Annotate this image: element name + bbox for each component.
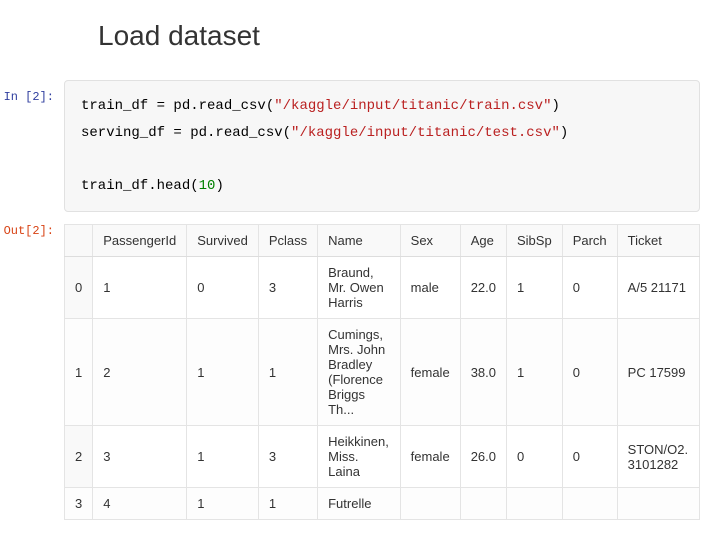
cell: 22.0 (460, 257, 506, 319)
cell: 0 (562, 426, 617, 488)
index-header (65, 225, 93, 257)
column-header: Parch (562, 225, 617, 257)
cell (507, 488, 563, 520)
code-token: ) (551, 98, 559, 114)
input-prompt: In [2]: (0, 80, 64, 104)
cell (460, 488, 506, 520)
column-header: PassengerId (93, 225, 187, 257)
output-area: PassengerId Survived Pclass Name Sex Age… (64, 220, 700, 520)
column-header: Survived (187, 225, 259, 257)
code-token: serving_df = pd.read_csv( (81, 125, 291, 141)
code-input-area[interactable]: train_df = pd.read_csv("/kaggle/input/ti… (64, 80, 700, 212)
cell: 1 (187, 319, 259, 426)
column-header: SibSp (507, 225, 563, 257)
cell: 3 (258, 257, 317, 319)
table-header-row: PassengerId Survived Pclass Name Sex Age… (65, 225, 700, 257)
cell (562, 488, 617, 520)
code-cell: In [2]: train_df = pd.read_csv("/kaggle/… (0, 80, 706, 212)
column-header: Ticket (617, 225, 699, 257)
cell (617, 488, 699, 520)
cell: Heikkinen, Miss. Laina (318, 426, 401, 488)
output-prompt: Out[2]: (0, 220, 64, 238)
cell: female (400, 426, 460, 488)
cell (400, 488, 460, 520)
table-row: 3 4 1 1 Futrelle (65, 488, 700, 520)
cell: female (400, 319, 460, 426)
column-header: Sex (400, 225, 460, 257)
table-row: 2 3 1 3 Heikkinen, Miss. Laina female 26… (65, 426, 700, 488)
code-string: "/kaggle/input/titanic/test.csv" (291, 125, 560, 141)
row-index: 0 (65, 257, 93, 319)
cell: male (400, 257, 460, 319)
cell: 1 (507, 257, 563, 319)
table-row: 1 2 1 1 Cumings, Mrs. John Bradley (Flor… (65, 319, 700, 426)
dataframe-table: PassengerId Survived Pclass Name Sex Age… (64, 224, 700, 520)
cell: 2 (93, 319, 187, 426)
cell: 38.0 (460, 319, 506, 426)
notebook-container: Load dataset In [2]: train_df = pd.read_… (0, 0, 726, 520)
code-token: train_df.head( (81, 178, 199, 194)
cell: Cumings, Mrs. John Bradley (Florence Bri… (318, 319, 401, 426)
dataframe-wrapper[interactable]: PassengerId Survived Pclass Name Sex Age… (64, 224, 700, 520)
row-index: 3 (65, 488, 93, 520)
cell: 0 (507, 426, 563, 488)
cell: 1 (507, 319, 563, 426)
row-index: 2 (65, 426, 93, 488)
cell: 1 (258, 319, 317, 426)
cell: 1 (258, 488, 317, 520)
cell: 3 (258, 426, 317, 488)
section-heading: Load dataset (98, 20, 706, 52)
cell: 1 (187, 488, 259, 520)
cell: 3 (93, 426, 187, 488)
cell: 4 (93, 488, 187, 520)
column-header: Pclass (258, 225, 317, 257)
code-number: 10 (199, 178, 216, 194)
cell: Braund, Mr. Owen Harris (318, 257, 401, 319)
cell: 0 (562, 319, 617, 426)
cell: A/5 21171 (617, 257, 699, 319)
column-header: Name (318, 225, 401, 257)
table-row: 0 1 0 3 Braund, Mr. Owen Harris male 22.… (65, 257, 700, 319)
code-token: ) (560, 125, 568, 141)
cell: 0 (562, 257, 617, 319)
code-token: train_df = pd.read_csv( (81, 98, 274, 114)
cell: 26.0 (460, 426, 506, 488)
row-index: 1 (65, 319, 93, 426)
code-token: ) (215, 178, 223, 194)
cell: 1 (187, 426, 259, 488)
code-string: "/kaggle/input/titanic/train.csv" (274, 98, 551, 114)
output-cell: Out[2]: PassengerId Survived Pclass Name… (0, 220, 706, 520)
cell: Futrelle (318, 488, 401, 520)
column-header: Age (460, 225, 506, 257)
cell: STON/O2. 3101282 (617, 426, 699, 488)
cell: 1 (93, 257, 187, 319)
cell: PC 17599 (617, 319, 699, 426)
cell: 0 (187, 257, 259, 319)
